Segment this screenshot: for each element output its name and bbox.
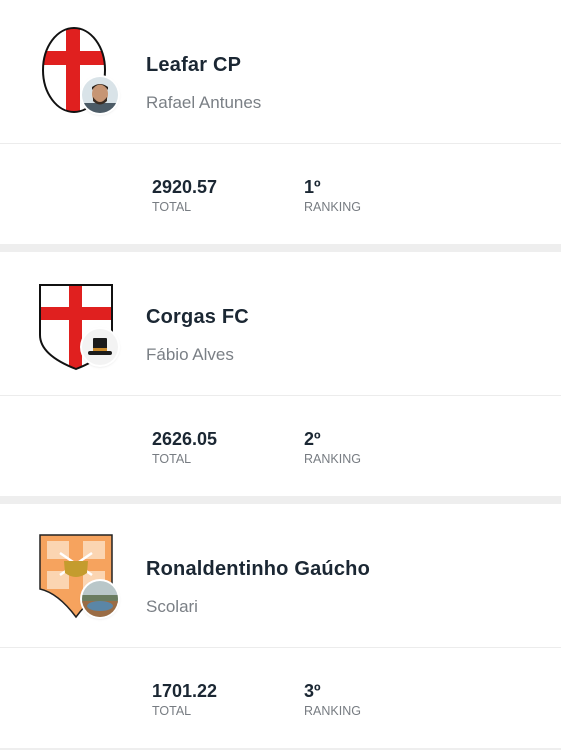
person-photo-icon [82, 77, 118, 113]
team-name: Leafar CP [146, 54, 242, 76]
team-name: Corgas FC [146, 306, 249, 328]
team-card[interactable]: Ronaldentinho Gaúcho Scolari 1701.22 TOT… [0, 504, 561, 748]
team-header: Corgas FC Fábio Alves [0, 252, 561, 395]
ranking-value: 2º [304, 429, 321, 449]
team-card[interactable]: Leafar CP Rafael Antunes 2920.57 TOTAL 1… [0, 0, 561, 244]
landscape-photo-icon [82, 581, 118, 617]
total-label: TOTAL [152, 452, 192, 466]
team-header: Ronaldentinho Gaúcho Scolari [0, 504, 561, 647]
total-points: 1701.22 TOTAL [152, 681, 217, 718]
total-value: 2626.05 [152, 429, 218, 449]
team-crest [38, 529, 122, 623]
manager-name: Rafael Antunes [146, 93, 262, 112]
total-points: 2920.57 TOTAL [152, 177, 217, 214]
stats-row: 2920.57 TOTAL 1º RANKING [0, 143, 561, 244]
team-card[interactable]: Corgas FC Fábio Alves 2626.05 TOTAL 2º R… [0, 252, 561, 496]
ranking: 2º RANKING [304, 429, 361, 466]
team-crest [38, 25, 122, 119]
team-name: Ronaldentinho Gaúcho [146, 558, 370, 580]
manager-name: Fábio Alves [146, 345, 234, 364]
total-label: TOTAL [152, 704, 192, 718]
total-points: 2626.05 TOTAL [152, 429, 217, 466]
manager-name: Scolari [146, 597, 198, 616]
total-value: 2920.57 [152, 177, 218, 197]
stats-row: 1701.22 TOTAL 3º RANKING [0, 647, 561, 748]
ranking-label: RANKING [304, 200, 361, 214]
ranking-label: RANKING [304, 452, 361, 466]
manager-avatar [82, 581, 118, 617]
total-value: 1701.22 [152, 681, 218, 701]
ranking-label: RANKING [304, 704, 361, 718]
ranking-value: 3º [304, 681, 321, 701]
manager-avatar [82, 329, 118, 365]
ranking-value: 1º [304, 177, 321, 197]
ranking: 1º RANKING [304, 177, 361, 214]
team-crest [38, 277, 122, 371]
ranking: 3º RANKING [304, 681, 361, 718]
manager-avatar [82, 77, 118, 113]
top-hat-icon [82, 329, 118, 365]
team-header: Leafar CP Rafael Antunes [0, 0, 561, 143]
stats-row: 2626.05 TOTAL 2º RANKING [0, 395, 561, 496]
total-label: TOTAL [152, 200, 192, 214]
